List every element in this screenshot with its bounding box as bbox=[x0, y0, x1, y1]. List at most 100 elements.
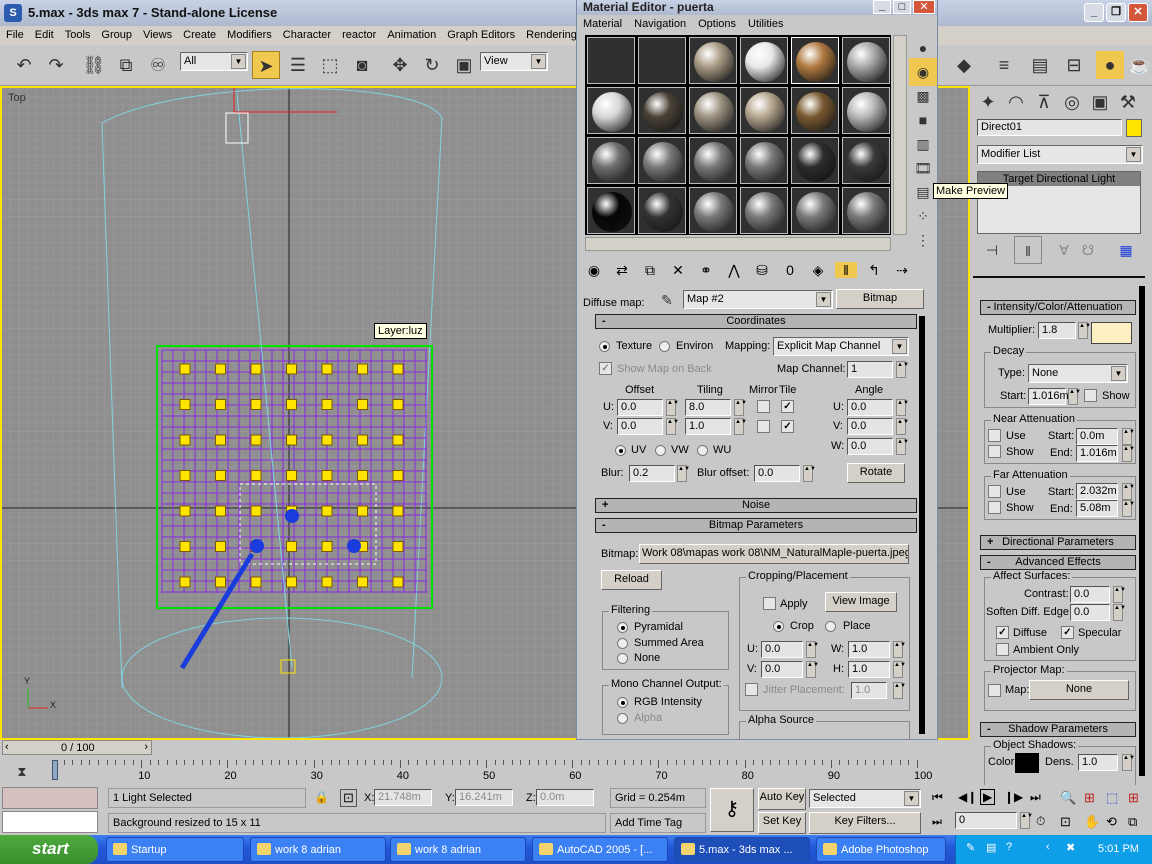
taskbar-item[interactable]: Startup bbox=[106, 837, 244, 862]
material-slot[interactable] bbox=[842, 137, 890, 184]
far-show-checkbox[interactable] bbox=[988, 501, 1001, 514]
crop-u-spinner[interactable]: ▲▼ bbox=[806, 641, 819, 658]
crop-u-field[interactable]: 0.0 bbox=[761, 641, 803, 658]
offset-v-field[interactable]: 0.0 bbox=[617, 418, 663, 435]
material-slot[interactable] bbox=[587, 137, 635, 184]
crop-w-spinner[interactable]: ▲▼ bbox=[893, 641, 906, 658]
minimize-button[interactable]: _ bbox=[1084, 3, 1104, 22]
slots-horizontal-scrollbar[interactable] bbox=[585, 237, 891, 251]
material-editor-icon[interactable]: ● bbox=[1096, 51, 1124, 79]
rectangular-selection-icon[interactable]: ⬚ bbox=[316, 51, 344, 79]
close-button[interactable]: ✕ bbox=[1128, 3, 1148, 22]
region-zoom-icon[interactable]: ⊡ bbox=[1060, 814, 1071, 830]
taskbar-item[interactable]: Adobe Photoshop bbox=[816, 837, 946, 862]
select-and-move-icon[interactable]: ✥ bbox=[386, 51, 414, 79]
reference-coordinate-dropdown[interactable]: View ▼ bbox=[480, 52, 548, 71]
lattice-control-point[interactable] bbox=[392, 576, 404, 588]
lattice-control-point[interactable] bbox=[215, 470, 226, 481]
make-copy-icon[interactable]: ⚭ bbox=[695, 262, 717, 279]
crop-v-field[interactable]: 0.0 bbox=[761, 661, 803, 678]
lattice-control-point[interactable] bbox=[321, 505, 333, 517]
crop-v-spinner[interactable]: ▲▼ bbox=[806, 661, 819, 678]
lattice-control-point[interactable] bbox=[321, 399, 333, 410]
angle-v-field[interactable]: 0.0 bbox=[847, 418, 893, 435]
material-map-navigator-icon[interactable]: ⋮ bbox=[909, 226, 937, 254]
summed-area-radio[interactable] bbox=[617, 638, 628, 649]
multiplier-spinner[interactable]: ▲▼ bbox=[1078, 322, 1091, 339]
near-use-checkbox[interactable] bbox=[988, 429, 1001, 442]
tile-v-checkbox[interactable]: ✓ bbox=[781, 420, 794, 433]
taskbar-item[interactable]: work 8 adrian bbox=[250, 837, 386, 862]
material-slot[interactable] bbox=[791, 87, 839, 134]
eyedropper-icon[interactable]: ✎ bbox=[653, 286, 681, 314]
mini-curve-editor-icon[interactable]: ⧗ bbox=[8, 758, 36, 786]
tiling-u-spinner[interactable]: ▲▼ bbox=[734, 399, 747, 416]
material-slot[interactable] bbox=[791, 137, 839, 184]
lattice-control-point[interactable] bbox=[357, 470, 368, 481]
material-menu-navigation[interactable]: Navigation bbox=[628, 15, 692, 33]
blur-field[interactable]: 0.2 bbox=[629, 465, 675, 482]
offset-u-field[interactable]: 0.0 bbox=[617, 399, 663, 416]
rollout-bitmap-parameters[interactable]: - Bitmap Parameters bbox=[595, 518, 917, 533]
maxscript-listener-pink[interactable] bbox=[2, 787, 98, 809]
go-to-start-icon[interactable]: ⏮ bbox=[932, 790, 943, 805]
apply-checkbox[interactable] bbox=[763, 597, 776, 610]
key-filters-button[interactable]: Key Filters... bbox=[809, 812, 921, 834]
lattice-control-point[interactable] bbox=[392, 470, 404, 481]
vw-radio[interactable] bbox=[655, 445, 666, 456]
menu-item-views[interactable]: Views bbox=[137, 26, 177, 41]
lattice-control-point[interactable] bbox=[321, 541, 333, 552]
material-slot[interactable] bbox=[740, 37, 788, 84]
schematic-view-icon[interactable]: ⊟ bbox=[1060, 51, 1088, 79]
material-slot[interactable] bbox=[740, 137, 788, 184]
material-editor-close-button[interactable]: ✕ bbox=[913, 0, 935, 14]
wu-radio[interactable] bbox=[697, 445, 708, 456]
object-color-swatch[interactable] bbox=[1126, 119, 1142, 137]
rollout-intensity-color-attenuation[interactable]: - Intensity/Color/Attenuation bbox=[980, 300, 1136, 315]
material-editor-scrollbar[interactable] bbox=[919, 316, 925, 734]
material-slot[interactable] bbox=[689, 37, 737, 84]
menu-item-reactor[interactable]: reactor bbox=[336, 26, 381, 41]
far-start-spinner[interactable]: ▲▼ bbox=[1122, 483, 1135, 500]
undo-icon[interactable]: ↶ bbox=[10, 51, 38, 79]
map-type-button[interactable]: Bitmap bbox=[836, 289, 924, 309]
lattice-control-point[interactable] bbox=[215, 505, 226, 517]
contrast-field[interactable]: 0.0 bbox=[1070, 586, 1110, 603]
projector-map-button[interactable]: None bbox=[1029, 680, 1129, 700]
lattice-control-point[interactable] bbox=[357, 576, 368, 588]
material-slot[interactable] bbox=[689, 137, 737, 184]
material-slot[interactable] bbox=[638, 87, 686, 134]
y-coordinate-field[interactable]: 16.241m bbox=[455, 789, 513, 806]
mapping-dropdown[interactable]: Explicit Map Channel ▼ bbox=[773, 337, 909, 356]
menu-item-rendering[interactable]: Rendering bbox=[520, 26, 582, 41]
material-menu-options[interactable]: Options bbox=[692, 15, 742, 33]
near-show-checkbox[interactable] bbox=[988, 445, 1001, 458]
track-bar[interactable]: 0102030405060708090100 bbox=[52, 760, 932, 782]
place-radio[interactable] bbox=[825, 621, 836, 632]
tiling-u-field[interactable]: 8.0 bbox=[685, 399, 731, 416]
time-slider[interactable]: ‹ 0 / 100 › bbox=[2, 740, 152, 755]
crop-radio[interactable] bbox=[773, 621, 784, 632]
show-hidden-icons-icon[interactable]: ‹ bbox=[1046, 841, 1050, 853]
arc-rotate-icon[interactable]: ⟲ bbox=[1106, 814, 1117, 830]
lattice-control-point[interactable] bbox=[250, 399, 262, 410]
lattice-control-point[interactable] bbox=[179, 363, 191, 375]
rollout-advanced-effects[interactable]: - Advanced Effects bbox=[980, 555, 1136, 570]
rollout-noise[interactable]: + Noise bbox=[595, 498, 917, 513]
pan-icon[interactable]: ✋ bbox=[1084, 814, 1100, 830]
lattice-control-point[interactable] bbox=[250, 363, 262, 375]
rollout-shadow-parameters[interactable]: - Shadow Parameters bbox=[980, 722, 1136, 737]
material-slot[interactable] bbox=[638, 187, 686, 234]
lattice-control-point[interactable] bbox=[179, 541, 191, 552]
far-end-spinner[interactable]: ▲▼ bbox=[1122, 500, 1135, 517]
pin-stack-icon[interactable]: ⊣ bbox=[978, 236, 1006, 264]
density-spinner[interactable]: ▲▼ bbox=[1122, 754, 1135, 771]
time-slider-thumb[interactable] bbox=[52, 760, 58, 780]
viewport-label[interactable]: Top bbox=[8, 92, 26, 104]
lattice-control-point[interactable] bbox=[321, 576, 333, 588]
light-color-swatch[interactable] bbox=[1091, 322, 1132, 344]
unlink-icon[interactable]: ⧉ bbox=[112, 51, 140, 79]
show-map-in-viewport-icon[interactable]: ◈ bbox=[807, 262, 829, 279]
put-to-scene-icon[interactable]: ⇄ bbox=[611, 262, 633, 279]
slots-vertical-scrollbar[interactable] bbox=[893, 35, 907, 235]
